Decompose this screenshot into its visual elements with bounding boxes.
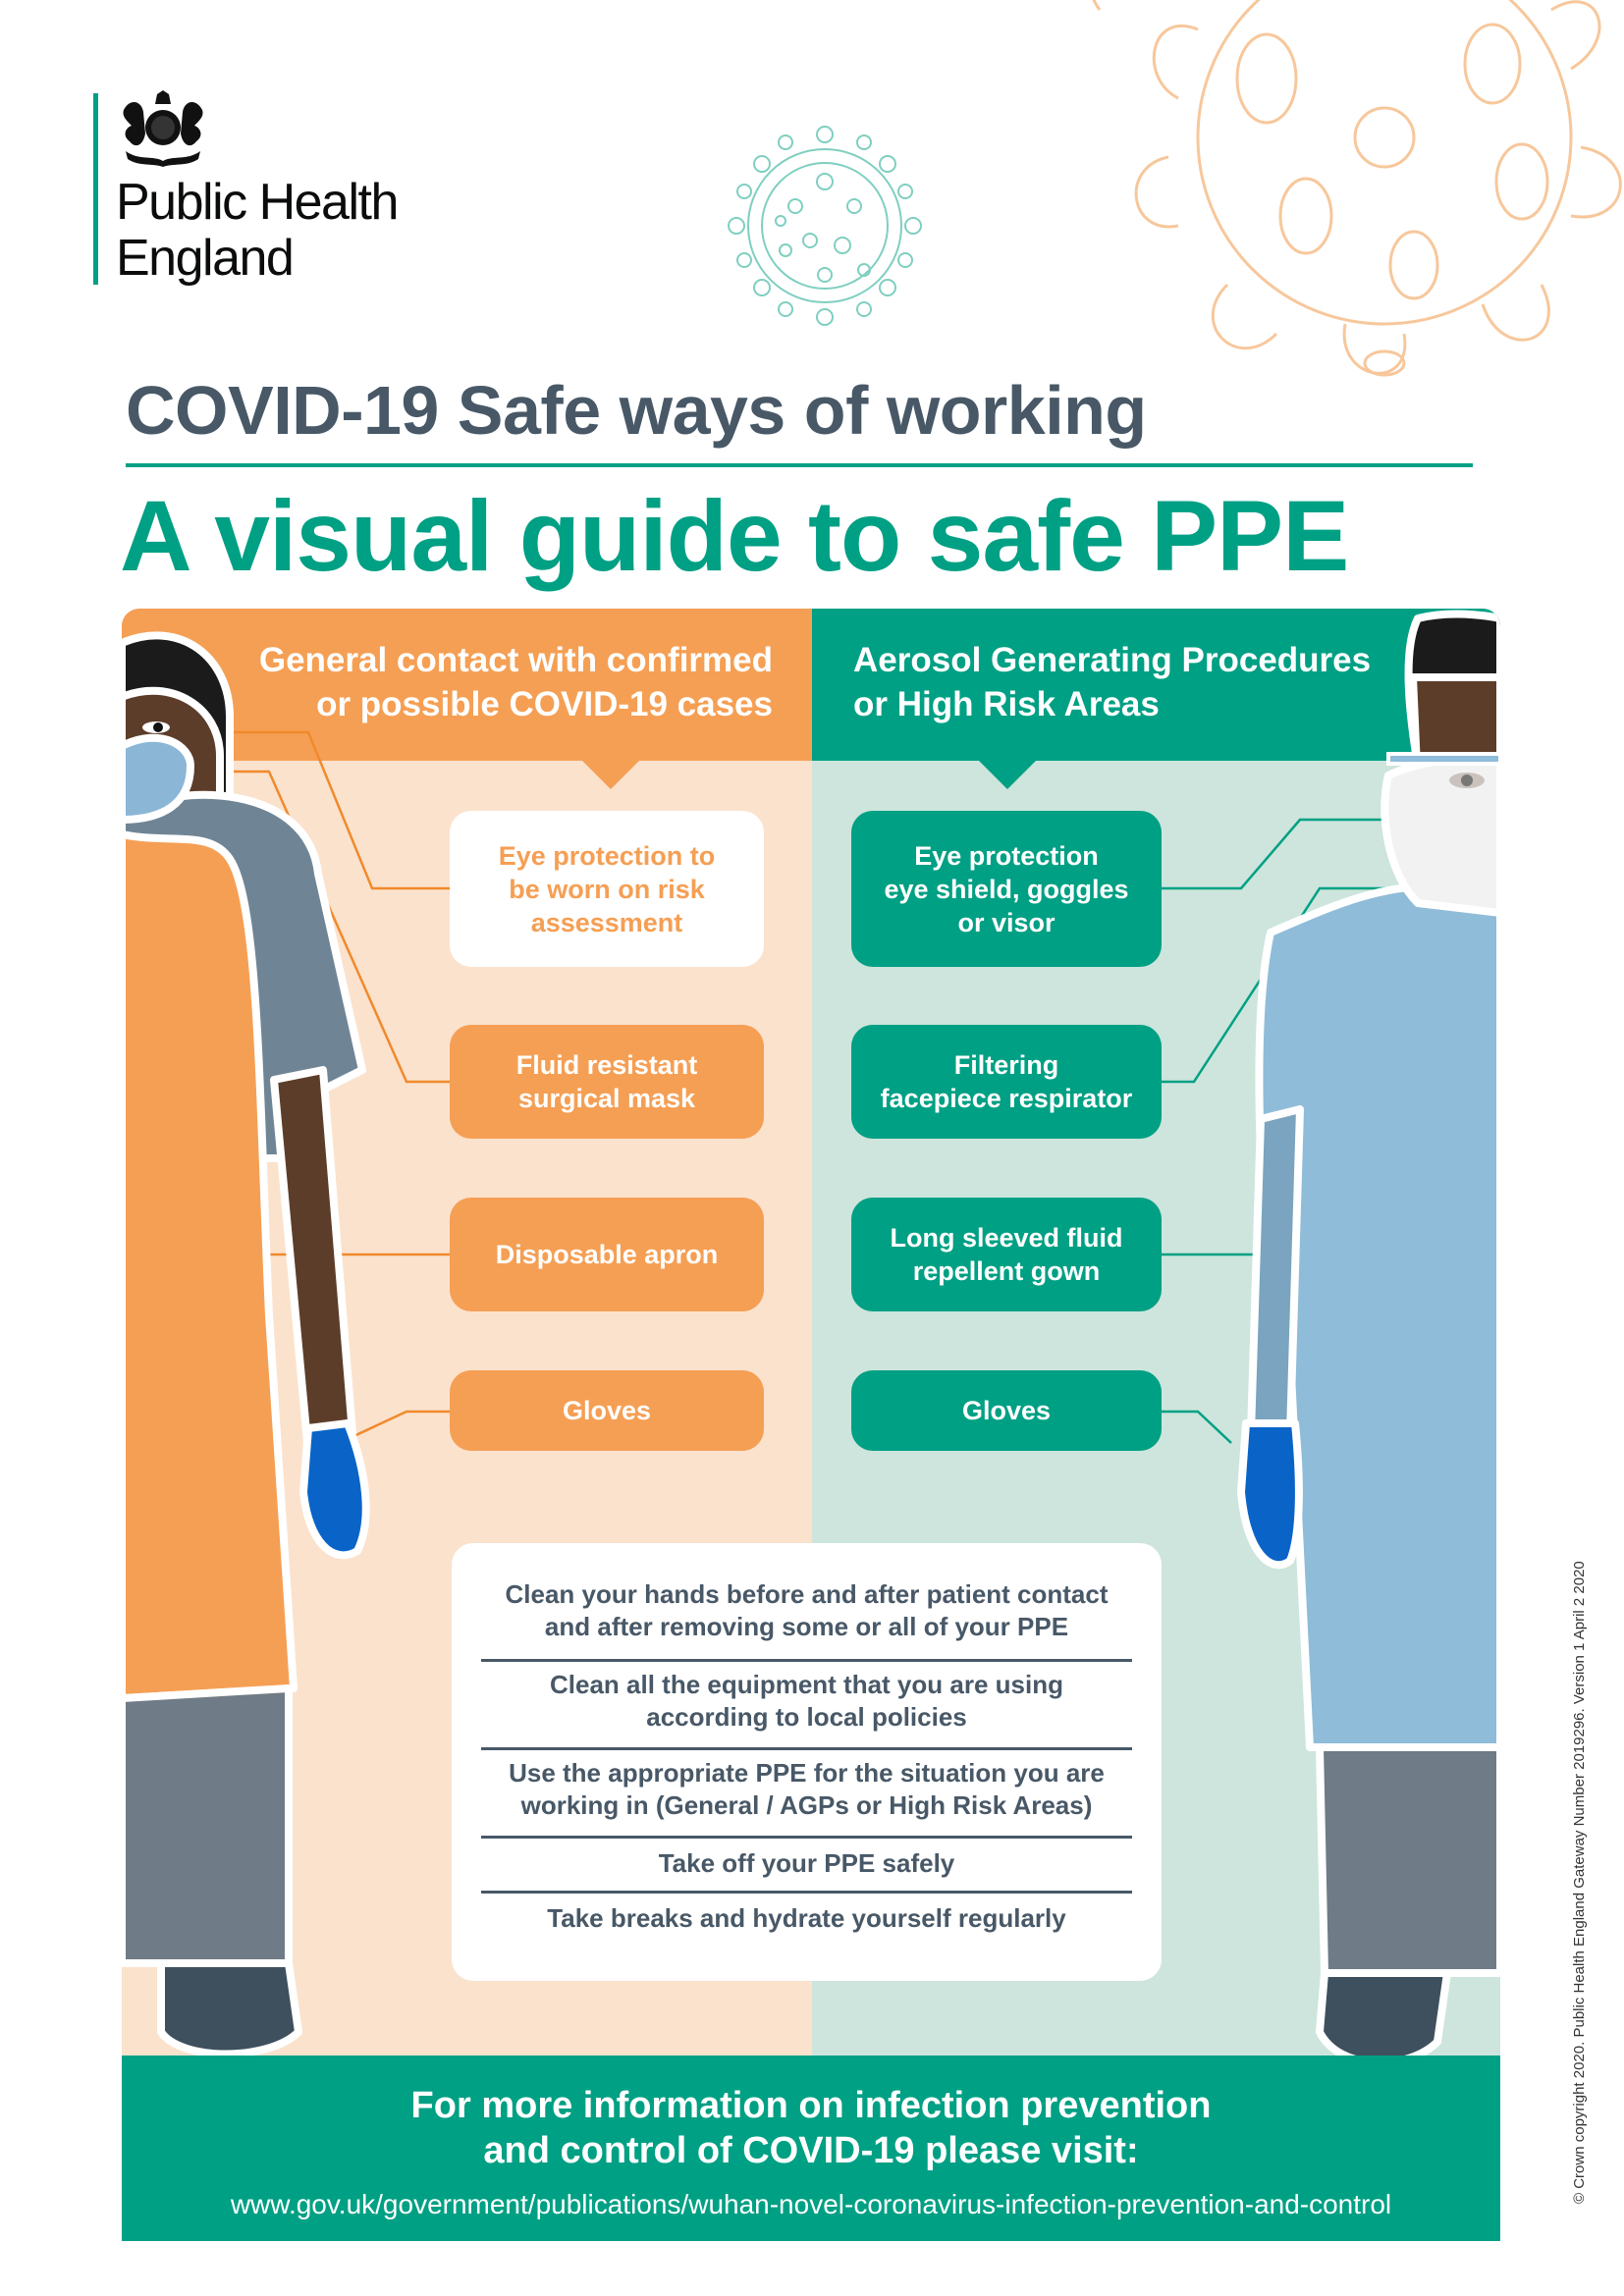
logo-accent-bar xyxy=(93,93,98,285)
footer-text: For more information on infection preven… xyxy=(410,2085,1212,2171)
footer-link[interactable]: www.gov.uk/government/publications/wuhan… xyxy=(122,2189,1500,2220)
healthcare-worker-general-illustration xyxy=(122,631,370,2058)
advice-item: Clean all the equipment that you are usi… xyxy=(550,1670,1063,1732)
ppe-item-gloves: Gloves xyxy=(450,1370,764,1451)
ppe-item-respirator: Filtering facepiece respirator xyxy=(851,1025,1162,1139)
ppe-guide-panel: General contact with confirmed or possib… xyxy=(122,609,1500,2241)
advice-item: Take breaks and hydrate yourself regular… xyxy=(547,1903,1066,1933)
advice-item: Clean your hands before and after patien… xyxy=(505,1579,1109,1641)
advice-divider xyxy=(481,1659,1132,1662)
advice-item: Take off your PPE safely xyxy=(658,1848,955,1878)
royal-coat-of-arms-icon xyxy=(123,90,203,167)
copyright-notice: © Crown copyright 2020. Public Health En… xyxy=(1571,1561,1588,2204)
advice-divider xyxy=(481,1891,1132,1894)
healthcare-worker-aerosol-illustration xyxy=(1237,610,1500,2067)
ppe-item-eye-protection: Eye protection eye shield, goggles or vi… xyxy=(851,811,1162,967)
advice-divider xyxy=(481,1836,1132,1839)
virus-icon xyxy=(1092,0,1622,377)
advice-divider xyxy=(481,1747,1132,1750)
organisation-name: Public Health England xyxy=(116,174,399,287)
virus-icon xyxy=(728,126,922,326)
page-title: A visual guide to safe PPE xyxy=(120,480,1349,592)
ppe-item-gown: Long sleeved fluid repellent gown xyxy=(851,1198,1162,1311)
ppe-item-gloves: Gloves xyxy=(851,1370,1162,1451)
ppe-item-eye-protection-risk-assessment: Eye protection to be worn on risk assess… xyxy=(450,811,764,967)
advice-box: Clean your hands before and after patien… xyxy=(452,1543,1162,1981)
ppe-item-surgical-mask: Fluid resistant surgical mask xyxy=(450,1025,764,1139)
advice-item: Use the appropriate PPE for the situatio… xyxy=(509,1758,1105,1820)
title-divider xyxy=(126,463,1473,467)
page-subtitle: COVID-19 Safe ways of working xyxy=(126,372,1147,449)
ppe-item-disposable-apron: Disposable apron xyxy=(450,1198,764,1311)
footer-banner: For more information on infection preven… xyxy=(122,2056,1500,2241)
